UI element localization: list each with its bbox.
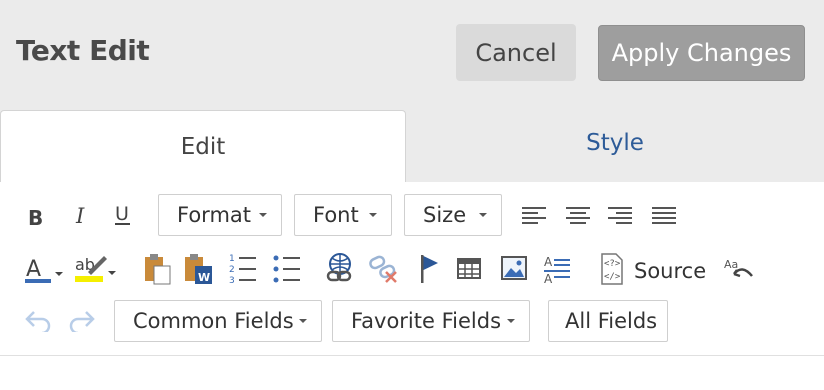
justify-icon[interactable] xyxy=(650,206,678,226)
svg-text:Aa: Aa xyxy=(724,258,738,271)
numbered-list-icon[interactable]: 123 xyxy=(228,252,258,286)
source-label[interactable]: Source xyxy=(634,259,706,283)
svg-text:W: W xyxy=(198,271,210,284)
svg-text:A: A xyxy=(26,257,41,282)
text-color-icon[interactable]: A xyxy=(24,254,66,286)
common-fields-dropdown[interactable]: Common Fields xyxy=(114,300,322,342)
align-right-icon[interactable] xyxy=(606,206,634,226)
editor-toolbar: B I U Format Font Size A ab W 1 2 3 A A … xyxy=(0,182,824,390)
svg-text:2: 2 xyxy=(229,265,235,275)
bullet-list-icon[interactable] xyxy=(272,252,302,286)
apply-changes-button[interactable]: Apply Changes xyxy=(598,25,805,81)
common-fields-label: Common Fields xyxy=(133,309,294,333)
svg-text:A: A xyxy=(544,255,553,269)
svg-text:A: A xyxy=(544,272,553,286)
favorite-fields-label: Favorite Fields xyxy=(351,309,502,333)
table-icon[interactable] xyxy=(456,256,482,282)
format-dropdown[interactable]: Format xyxy=(158,194,282,236)
format-label: Format xyxy=(177,203,252,227)
svg-text:1: 1 xyxy=(229,254,235,264)
chevron-down-icon xyxy=(507,319,515,323)
page-title: Text Edit xyxy=(16,34,150,67)
font-dropdown[interactable]: Font xyxy=(294,194,392,236)
dialog-header: Text Edit Cancel Apply Changes xyxy=(0,0,824,104)
all-fields-label: All Fields xyxy=(565,309,658,333)
chevron-down-icon xyxy=(299,319,307,323)
source-icon[interactable]: <?> </> xyxy=(596,252,628,286)
size-label: Size xyxy=(423,203,467,227)
svg-text:3: 3 xyxy=(229,276,235,286)
remove-format-icon[interactable]: Aa xyxy=(722,254,756,284)
svg-text:</>: </> xyxy=(604,272,621,282)
paste-icon[interactable] xyxy=(142,252,172,286)
tab-style[interactable]: Style xyxy=(406,104,824,182)
underline-icon[interactable]: U xyxy=(112,202,134,228)
redo-icon[interactable] xyxy=(66,306,96,332)
svg-text:I: I xyxy=(75,204,85,226)
chevron-down-icon xyxy=(259,213,267,217)
unlink-icon[interactable] xyxy=(368,254,400,286)
bold-icon[interactable]: B xyxy=(26,206,46,228)
undo-icon[interactable] xyxy=(24,306,54,332)
image-icon[interactable] xyxy=(500,254,528,282)
paste-word-icon[interactable]: W xyxy=(182,252,214,286)
favorite-fields-dropdown[interactable]: Favorite Fields xyxy=(332,300,530,342)
svg-text:B: B xyxy=(28,206,43,228)
font-label: Font xyxy=(313,203,359,227)
anchor-icon[interactable] xyxy=(416,252,442,286)
link-icon[interactable] xyxy=(324,252,356,286)
cancel-button[interactable]: Cancel xyxy=(456,24,576,81)
highlight-icon[interactable]: ab xyxy=(74,252,120,284)
italic-icon[interactable]: I xyxy=(72,204,92,226)
size-dropdown[interactable]: Size xyxy=(404,194,502,236)
align-center-icon[interactable] xyxy=(564,206,592,226)
tab-edit[interactable]: Edit xyxy=(0,110,406,182)
all-fields-button[interactable]: All Fields xyxy=(548,300,668,342)
align-left-icon[interactable] xyxy=(520,206,548,226)
editor-divider xyxy=(0,355,824,356)
chevron-down-icon xyxy=(369,213,377,217)
chevron-down-icon xyxy=(479,213,487,217)
svg-text:<?>: <?> xyxy=(604,259,621,269)
line-spacing-icon[interactable]: A A xyxy=(542,252,572,286)
svg-text:U: U xyxy=(115,203,129,225)
tab-bar: Edit Style xyxy=(0,104,824,182)
